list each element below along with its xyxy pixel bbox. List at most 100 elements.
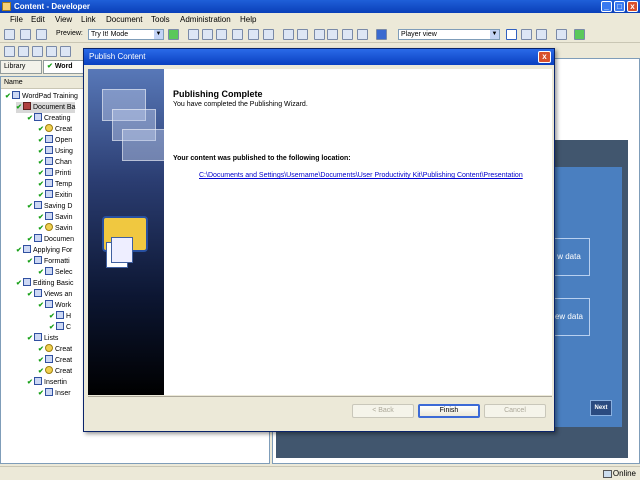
tree-item[interactable]: ✔ Creat [38,344,72,355]
tree-item-label: Creat [55,368,73,375]
tab-library[interactable]: Library [0,60,42,74]
dialog-close-button[interactable]: x [538,51,551,63]
menu-help[interactable]: Help [240,15,256,24]
preview-next-button[interactable]: Next [590,400,612,416]
paste-icon[interactable] [216,29,227,40]
check-icon: ✔ [27,236,33,243]
check-icon: ✔ [38,225,44,232]
tree-item[interactable]: ✔ Document Ba [16,102,76,113]
check-icon: ✔ [16,280,22,287]
tree-item[interactable]: ✔ Applying For [16,245,72,256]
location-link[interactable]: C:\Documents and Settings\Username\Docum… [199,172,523,179]
tree-item[interactable]: ✔ Creat [38,355,72,366]
check-icon: ✔ [38,390,44,397]
tree-item[interactable]: ✔ Formatti [27,256,70,267]
properties-icon[interactable] [248,29,259,40]
menu-view[interactable]: View [55,15,72,24]
book-icon [56,311,64,319]
tree-item[interactable]: ✔ Editing Basic [16,278,73,289]
book-icon [34,201,42,209]
tree-item[interactable]: ✔ Using [38,146,73,157]
open-folder-icon[interactable] [4,29,15,40]
check-out-icon[interactable] [46,46,57,57]
tree-item[interactable]: ✔ Work [38,300,71,311]
check-icon: ✔ [5,93,11,100]
delete-icon[interactable] [232,29,243,40]
minimize-button[interactable]: _ [601,1,612,12]
tree-item[interactable]: ✔ Inser [38,388,71,399]
redo-icon[interactable] [297,29,308,40]
app-icon [2,2,11,11]
menu-document[interactable]: Document [106,15,142,24]
finish-button[interactable]: Finish [418,404,480,418]
tree-item[interactable]: ✔ Savin [38,223,73,234]
sort-icon[interactable] [357,29,368,40]
maximize-button[interactable]: □ [614,1,625,12]
menu-file[interactable]: File [10,15,23,24]
tree-item[interactable]: ✔ Open [38,135,72,146]
history-icon[interactable] [60,46,71,57]
book-icon [23,278,31,286]
link-icon[interactable] [263,29,274,40]
import-icon[interactable] [18,46,29,57]
check-icon: ✔ [38,346,44,353]
tree-item[interactable]: ✔ WordPad Training [5,91,78,102]
cancel-button[interactable]: Cancel [484,404,546,418]
check-icon: ✔ [38,214,44,221]
collapse-icon[interactable] [327,29,338,40]
layout-split-h-icon[interactable] [521,29,532,40]
tree-item[interactable]: ✔ Documen [27,234,74,245]
cut-icon[interactable] [188,29,199,40]
book-icon [23,245,31,253]
book-icon [34,289,42,297]
tree-item[interactable]: ✔ Selec [38,267,73,278]
tree-item-label: Views an [44,291,73,298]
tree-item[interactable]: ✔ Printi [38,168,71,179]
tree-item-label: Formatti [44,258,70,265]
layout-single-icon[interactable] [506,29,517,40]
menu-edit[interactable]: Edit [31,15,45,24]
undo-icon[interactable] [283,29,294,40]
menu-tools[interactable]: Tools [151,15,170,24]
preview-mode-select[interactable]: Try It! Mode ▼ [88,29,164,40]
book-icon [23,102,31,110]
tree-item[interactable]: ✔ Creat [38,366,72,377]
go-icon[interactable] [168,29,179,40]
tree-item[interactable]: ✔ Saving D [27,201,72,212]
view-mode-select[interactable]: Player view ▼ [398,29,500,40]
tree-item[interactable]: ✔ Views an [27,289,72,300]
close-button[interactable]: x [627,1,638,12]
tree-item[interactable]: ✔ Creat [38,124,72,135]
tree-item[interactable]: ✔ Creating [27,113,70,124]
tree-item-label: H [66,313,72,320]
tree-item-label: Temp [55,181,73,188]
tree-item-label: Creat [55,346,73,353]
tree-item[interactable]: ✔ Exitin [38,190,72,201]
tree-item[interactable]: ✔ Chan [38,157,72,168]
copy-icon[interactable] [202,29,213,40]
menu-link[interactable]: Link [81,15,96,24]
lightbulb-icon [45,124,53,132]
tree-item[interactable]: ✔ Insertin [27,377,67,388]
back-button[interactable]: < Back [352,404,414,418]
check-in-icon[interactable] [32,46,43,57]
find-icon[interactable] [342,29,353,40]
print-icon[interactable] [36,29,47,40]
tree-item[interactable]: ✔ C [49,322,71,333]
tree-item[interactable]: ✔ Lists [27,333,58,344]
expand-icon[interactable] [314,29,325,40]
new-document-icon[interactable] [4,46,15,57]
help-icon[interactable] [376,29,387,40]
tab-word[interactable]: ✔ Word [43,60,84,74]
tree-item[interactable]: ✔ Temp [38,179,72,190]
layout-split-v-icon[interactable] [536,29,547,40]
publish-content-dialog: Publish Content x Publishing Complete Yo… [83,48,555,432]
menu-administration[interactable]: Administration [180,15,231,24]
publish-icon[interactable] [556,29,567,40]
tree-item[interactable]: ✔ Savin [38,212,73,223]
book-icon [45,168,53,176]
refresh-icon[interactable] [574,29,585,40]
tree-item[interactable]: ✔ H [49,311,71,322]
book-icon [34,333,42,341]
save-icon[interactable] [20,29,31,40]
